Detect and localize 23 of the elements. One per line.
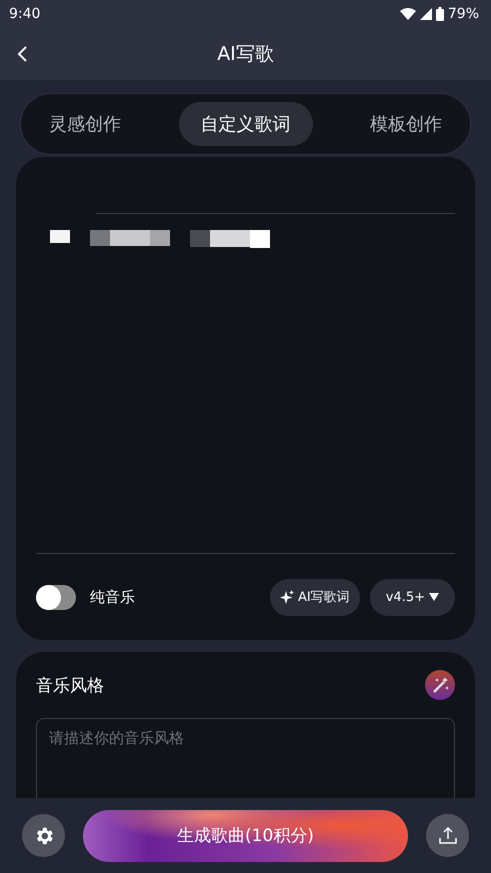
upload-icon [438,826,458,846]
section-title: 音乐风格 [36,674,104,696]
tab[interactable]: 模板创作 [348,102,464,146]
toggle-label: 纯音乐 [90,588,135,606]
model-dropdown[interactable]: v4.5+ [370,578,455,616]
back-icon[interactable] [16,45,28,63]
generate-button[interactable]: 生成歌曲(10积分) [83,810,408,862]
page-title: AI写歌 [217,42,274,67]
signal-icon [420,8,432,20]
toggle-switch[interactable] [36,584,76,610]
caret-icon [429,593,439,601]
tab[interactable]: 灵感创作 [27,102,143,146]
magic-wand-icon[interactable] [425,670,455,700]
battery-percentage: 79% [448,6,479,22]
style-input-field[interactable]: 请描述你的音乐风格 [36,718,455,798]
wifi-icon [400,8,416,20]
status-time: 9:40 [9,6,40,22]
ai-lyrics-button[interactable]: AI写歌词 [270,578,360,616]
settings-button[interactable] [22,814,65,857]
share-button[interactable] [426,814,469,857]
battery-icon [436,7,444,21]
tab[interactable]: 自定义歌词 [178,102,312,146]
sparkle-icon [280,590,294,604]
